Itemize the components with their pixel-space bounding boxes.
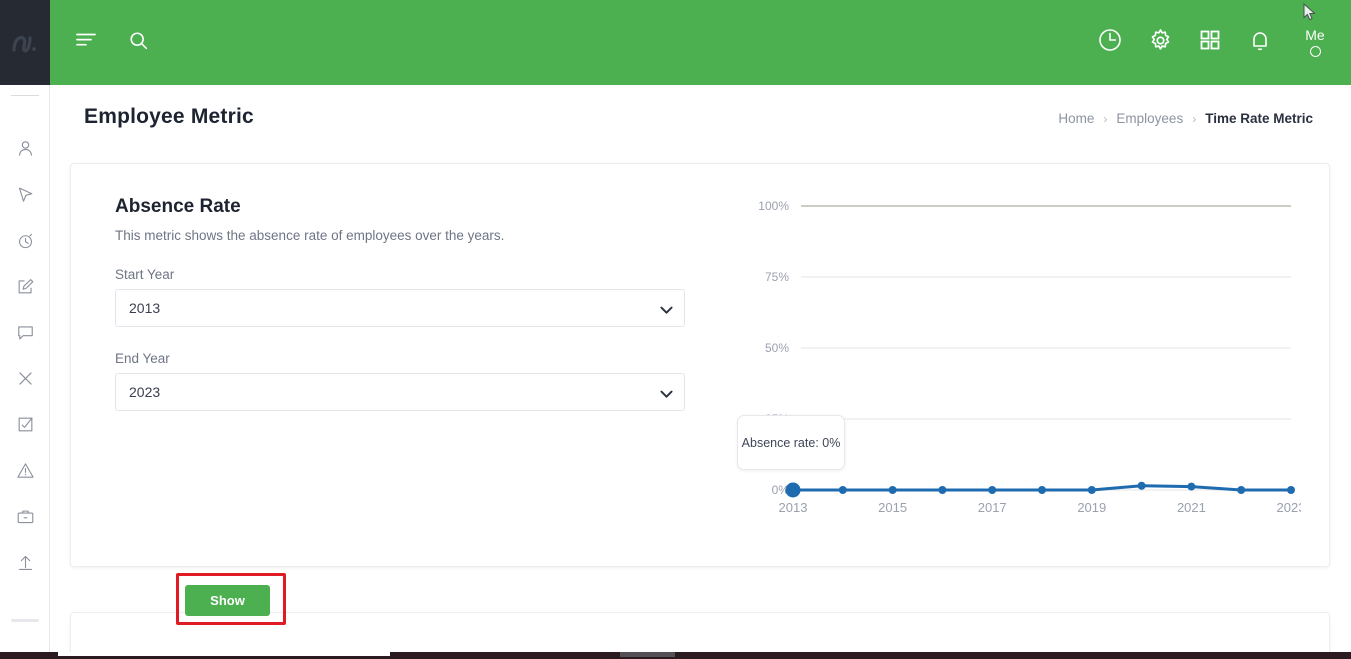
history-button[interactable] xyxy=(1093,26,1127,60)
breadcrumb: Home › Employees › Time Rate Metric xyxy=(1058,111,1313,126)
breadcrumb-item-home[interactable]: Home xyxy=(1058,111,1094,126)
page-header: Employee Metric Home › Employees › Time … xyxy=(50,85,1351,163)
cursor-icon xyxy=(16,185,35,204)
search-button[interactable] xyxy=(122,27,154,59)
app-logo[interactable] xyxy=(0,0,50,85)
breadcrumb-item-employees[interactable]: Employees xyxy=(1116,111,1183,126)
sidebar-item-upload[interactable] xyxy=(0,539,50,585)
sidebar-item-time-tracking[interactable] xyxy=(0,217,50,263)
notifications-button[interactable] xyxy=(1243,26,1277,60)
comment-icon xyxy=(16,323,35,342)
sidebar-item-edit[interactable] xyxy=(0,263,50,309)
user-menu[interactable]: Me xyxy=(1293,27,1337,59)
app-root: Me Employee Metric Home › Employees › Ti… xyxy=(0,0,1351,659)
svg-text:2023: 2023 xyxy=(1277,500,1301,515)
absence-rate-card: Absence Rate This metric shows the absen… xyxy=(70,163,1330,625)
start-year-label: Start Year xyxy=(115,267,175,282)
briefcase-icon xyxy=(16,507,35,526)
sidebar-item-alerts[interactable] xyxy=(0,447,50,493)
svg-text:2021: 2021 xyxy=(1177,500,1206,515)
header-right-actions: Me xyxy=(1093,0,1337,85)
top-header-bar: Me xyxy=(50,0,1351,85)
show-button[interactable]: Show xyxy=(185,585,270,616)
header-left-actions xyxy=(70,0,154,85)
chart-tooltip: Absence rate: 0% xyxy=(737,415,845,470)
svg-text:2019: 2019 xyxy=(1077,500,1106,515)
settings-button[interactable] xyxy=(1143,26,1177,60)
svg-text:100%: 100% xyxy=(758,199,789,213)
svg-text:75%: 75% xyxy=(765,270,789,284)
close-icon xyxy=(16,369,35,388)
rail-divider-top xyxy=(11,95,39,96)
metric-description: This metric shows the absence rate of em… xyxy=(115,228,505,243)
end-year-select[interactable]: 2013201420152016201720182019202020212022… xyxy=(115,373,685,411)
bell-icon xyxy=(1248,28,1272,57)
svg-text:2015: 2015 xyxy=(878,500,907,515)
grid-apps-icon xyxy=(1198,28,1222,57)
person-icon xyxy=(16,139,35,158)
apps-button[interactable] xyxy=(1193,26,1227,60)
gear-icon xyxy=(1148,28,1173,58)
edit-icon xyxy=(16,277,35,296)
chart-tooltip-text: Absence rate: 0% xyxy=(741,435,841,450)
warning-icon xyxy=(16,461,35,480)
start-year-select[interactable]: 2013201420152016201720182019202020212022… xyxy=(115,289,685,327)
checkbox-icon xyxy=(16,415,35,434)
breadcrumb-item-current: Time Rate Metric xyxy=(1205,111,1313,126)
sidebar-item-tasks[interactable] xyxy=(0,401,50,447)
breadcrumb-separator: › xyxy=(1103,111,1108,126)
sidebar-item-messages[interactable] xyxy=(0,309,50,355)
page-body: Employee Metric Home › Employees › Time … xyxy=(50,85,1351,659)
metric-form: Absence Rate This metric shows the absen… xyxy=(115,196,695,411)
svg-text:2017: 2017 xyxy=(978,500,1007,515)
taskbar-segment xyxy=(58,652,390,656)
clock-icon xyxy=(1097,27,1123,58)
sidebar-item-projects[interactable] xyxy=(0,493,50,539)
upload-icon xyxy=(16,553,35,572)
svg-text:50%: 50% xyxy=(765,341,789,355)
rail-divider-bottom xyxy=(11,619,39,622)
metric-title: Absence Rate xyxy=(115,196,241,217)
sidebar-item-absence[interactable] xyxy=(0,355,50,401)
rail-icon-list xyxy=(0,125,50,585)
stopwatch-icon xyxy=(16,231,35,250)
start-year-field: 2013201420152016201720182019202020212022… xyxy=(115,289,685,327)
breadcrumb-separator: › xyxy=(1192,111,1197,126)
taskbar-segment xyxy=(620,652,675,657)
os-taskbar-strip xyxy=(0,652,1351,659)
hamburger-icon xyxy=(75,31,97,54)
search-icon xyxy=(128,30,149,56)
end-year-field: 2013201420152016201720182019202020212022… xyxy=(115,373,685,411)
page-title: Employee Metric xyxy=(84,105,254,128)
absence-rate-chart: 0%25%50%75%100%201320152017201920212023 … xyxy=(731,186,1301,526)
avatar xyxy=(1309,45,1321,57)
hamburger-menu-button[interactable] xyxy=(70,27,102,59)
end-year-label: End Year xyxy=(115,351,170,366)
sidebar-item-pointer[interactable] xyxy=(0,171,50,217)
sidebar-item-employees[interactable] xyxy=(0,125,50,171)
left-icon-rail xyxy=(0,0,50,659)
user-menu-label: Me xyxy=(1305,26,1325,43)
svg-text:2013: 2013 xyxy=(779,500,808,515)
